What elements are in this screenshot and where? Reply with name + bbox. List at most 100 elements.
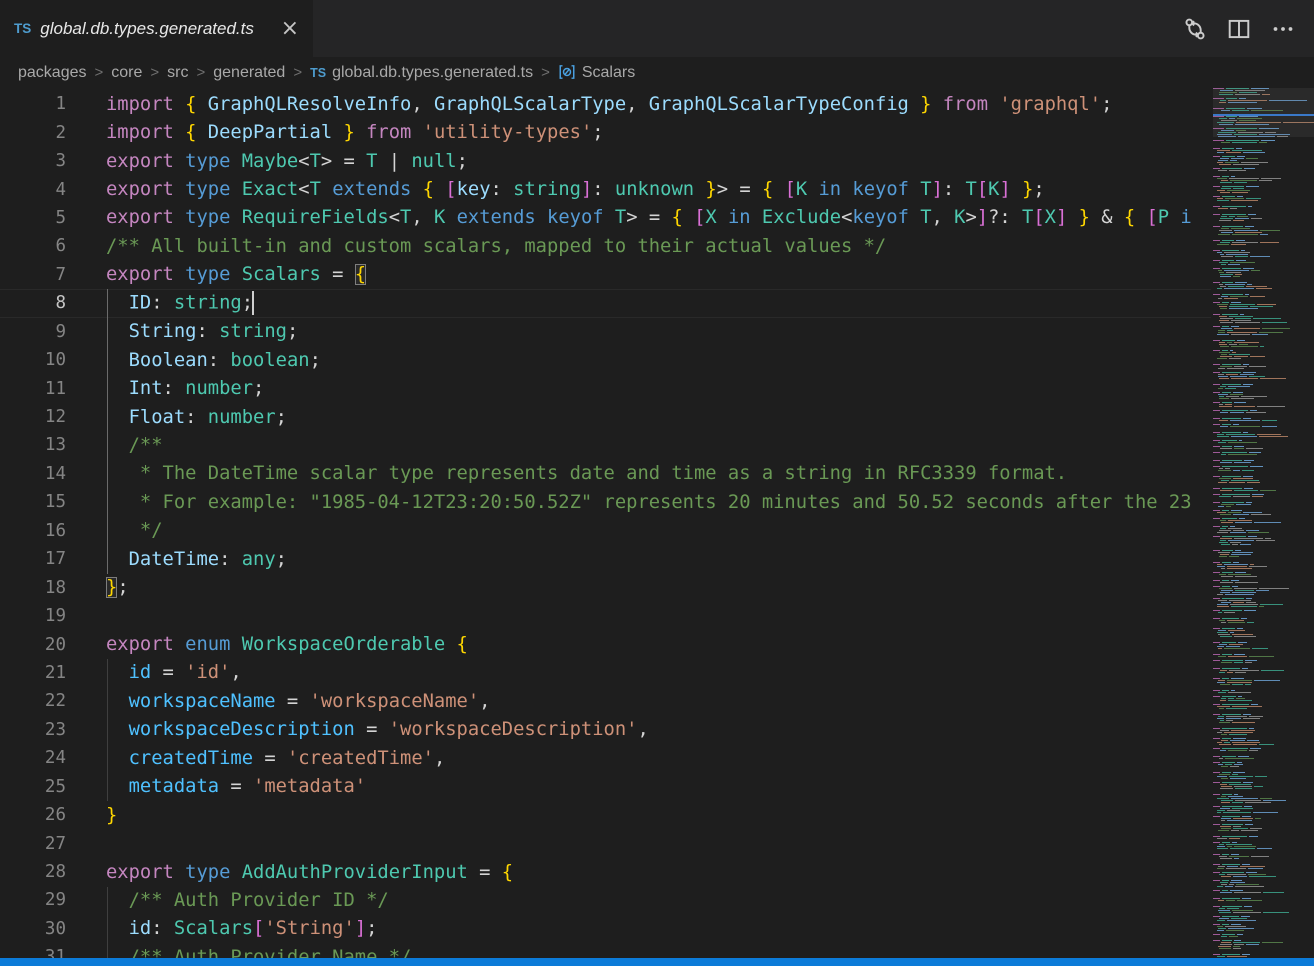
line-number[interactable]: 17 [0, 549, 66, 569]
code-line[interactable]: 18}; [0, 573, 1211, 601]
code-line[interactable]: 14 * The DateTime scalar type represents… [0, 460, 1211, 488]
code-line[interactable]: 28export type AddAuthProviderInput = { [0, 858, 1211, 886]
minimap-line [1213, 488, 1314, 489]
line-number[interactable]: 25 [0, 777, 66, 797]
chevron-right-icon: > [150, 64, 159, 81]
line-number[interactable]: 23 [0, 720, 66, 740]
minimap-line [1217, 594, 1314, 595]
line-number[interactable]: 3 [0, 151, 66, 171]
code-line[interactable]: 13 /** [0, 431, 1211, 459]
minimap-line [1213, 842, 1314, 843]
more-actions-icon[interactable] [1268, 14, 1298, 44]
code-line[interactable]: 12 Float: number; [0, 403, 1211, 431]
breadcrumb-item[interactable]: generated [213, 64, 285, 82]
minimap-line [1213, 674, 1314, 675]
line-number[interactable]: 29 [0, 890, 66, 910]
line-number[interactable]: 19 [0, 606, 66, 626]
line-number[interactable]: 16 [0, 521, 66, 541]
code-line[interactable]: 22 workspaceName = 'workspaceName', [0, 687, 1211, 715]
line-number[interactable]: 8 [0, 293, 66, 313]
minimap-line [1213, 168, 1314, 169]
minimap-line [1213, 650, 1314, 651]
minimap-line [1221, 936, 1314, 937]
code-line[interactable]: 21 id = 'id', [0, 659, 1211, 687]
line-number[interactable]: 10 [0, 350, 66, 370]
code-line[interactable]: 9 String: string; [0, 318, 1211, 346]
minimap-line [1217, 838, 1314, 839]
line-number[interactable]: 13 [0, 435, 66, 455]
code-line[interactable]: 2import { DeepPartial } from 'utility-ty… [0, 118, 1211, 146]
line-number[interactable]: 5 [0, 208, 66, 228]
code-line[interactable]: 15 * For example: "1985-04-12T23:20:50.5… [0, 488, 1211, 516]
minimap-line [1213, 364, 1314, 365]
minimap-line [1213, 652, 1314, 653]
minimap-line [1219, 588, 1314, 589]
minimap[interactable] [1213, 88, 1314, 966]
minimap-line [1220, 684, 1314, 685]
minimap-slider[interactable] [1213, 88, 1314, 137]
minimap-line [1213, 524, 1314, 525]
code-line[interactable]: 29 /** Auth Provider ID */ [0, 886, 1211, 914]
line-number[interactable]: 1 [0, 94, 66, 114]
code-text: export type Maybe<T> = T | null; [106, 151, 468, 172]
code-line[interactable]: 16 */ [0, 517, 1211, 545]
code-line[interactable]: 6/** All built-in and custom scalars, ma… [0, 232, 1211, 260]
minimap-line [1213, 548, 1314, 549]
breadcrumb-item[interactable]: core [111, 64, 142, 82]
line-number[interactable]: 11 [0, 379, 66, 399]
minimap-line [1220, 448, 1314, 449]
code-area[interactable]: 1import { GraphQLResolveInfo, GraphQLSca… [0, 88, 1211, 966]
code-line[interactable]: 1import { GraphQLResolveInfo, GraphQLSca… [0, 90, 1211, 118]
line-number[interactable]: 12 [0, 407, 66, 427]
line-number[interactable]: 28 [0, 862, 66, 882]
code-line[interactable]: 7export type Scalars = { [0, 261, 1211, 289]
minimap-line [1213, 952, 1314, 953]
line-number[interactable]: 7 [0, 265, 66, 285]
code-line[interactable]: 23 workspaceDescription = 'workspaceDesc… [0, 716, 1211, 744]
code-line[interactable]: 8 ID: string; [0, 289, 1211, 317]
code-line[interactable]: 3 export type Maybe<T> = T | null; [0, 147, 1211, 175]
minimap-line [1218, 648, 1314, 649]
split-editor-icon[interactable] [1224, 14, 1254, 44]
line-number[interactable]: 24 [0, 748, 66, 768]
code-line[interactable]: 4export type Exact<T extends { [key: str… [0, 175, 1211, 203]
code-line[interactable]: 25 metadata = 'metadata' [0, 773, 1211, 801]
line-number[interactable]: 14 [0, 464, 66, 484]
code-line[interactable]: 20export enum WorkspaceOrderable { [0, 630, 1211, 658]
code-line[interactable]: 26} [0, 801, 1211, 829]
code-line[interactable]: 27 [0, 829, 1211, 857]
line-number[interactable]: 9 [0, 322, 66, 342]
line-number[interactable]: 18 [0, 578, 66, 598]
code-line[interactable]: 24 createdTime = 'createdTime', [0, 744, 1211, 772]
tab-global-db-types-generated[interactable]: TS global.db.types.generated.ts × [0, 0, 313, 57]
line-number[interactable]: 4 [0, 180, 66, 200]
code-line[interactable]: 11 Int: number; [0, 374, 1211, 402]
line-number[interactable]: 6 [0, 236, 66, 256]
minimap-line [1213, 860, 1314, 861]
breadcrumb-item[interactable]: src [167, 64, 188, 82]
minimap-line [1218, 270, 1314, 271]
code-line[interactable]: 30 id: Scalars['String']; [0, 915, 1211, 943]
editor[interactable]: 1import { GraphQLResolveInfo, GraphQLSca… [0, 88, 1314, 966]
line-number[interactable]: 21 [0, 663, 66, 683]
line-number[interactable]: 20 [0, 635, 66, 655]
code-line[interactable]: 19 [0, 602, 1211, 630]
minimap-line [1219, 164, 1314, 165]
code-line[interactable]: 10 Boolean: boolean; [0, 346, 1211, 374]
breadcrumb-item[interactable]: TSglobal.db.types.generated.ts [310, 64, 533, 82]
line-number[interactable]: 2 [0, 123, 66, 143]
line-number[interactable]: 22 [0, 691, 66, 711]
code-line[interactable]: 17 DateTime: any; [0, 545, 1211, 573]
line-number[interactable]: 30 [0, 919, 66, 939]
minimap-line [1213, 534, 1314, 535]
close-icon[interactable]: × [279, 18, 301, 40]
code-line[interactable]: 5export type RequireFields<T, K extends … [0, 204, 1211, 232]
minimap-line [1220, 670, 1314, 671]
open-changes-icon[interactable] [1180, 14, 1210, 44]
minimap-line [1213, 902, 1314, 903]
line-number[interactable]: 27 [0, 834, 66, 854]
line-number[interactable]: 26 [0, 805, 66, 825]
breadcrumb-item[interactable]: Scalars [558, 63, 635, 83]
line-number[interactable]: 15 [0, 492, 66, 512]
breadcrumb-item[interactable]: packages [18, 64, 87, 82]
